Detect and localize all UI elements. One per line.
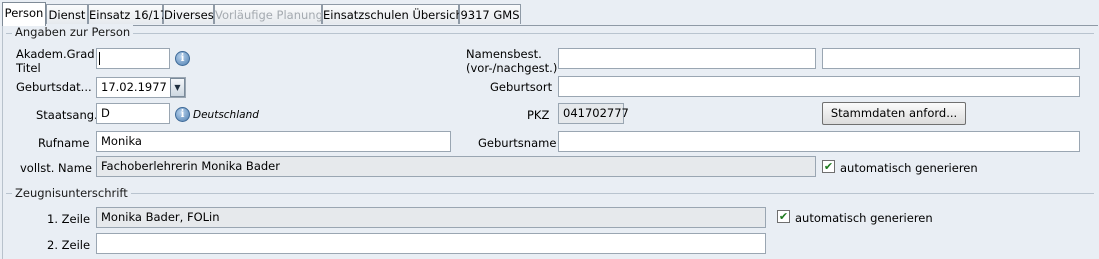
- pkz-label: PKZ: [527, 108, 550, 122]
- chevron-down-icon[interactable]: ▼: [170, 78, 185, 97]
- tab-person[interactable]: Person: [2, 2, 46, 26]
- section-title-person: Angaben zur Person: [12, 25, 134, 39]
- geburtsort-input[interactable]: [558, 76, 1080, 97]
- section-title-zeugnis: Zeugnisunterschrift: [12, 186, 131, 200]
- zeile1-auto-generate-checkbox[interactable]: ✔: [777, 210, 790, 223]
- section-divider: [6, 33, 1094, 34]
- checkmark-icon: ✔: [823, 160, 834, 173]
- namensbest-label: Namensbest. (vor-/nachgest.): [466, 47, 558, 75]
- info-icon[interactable]: i: [175, 107, 190, 122]
- vollst-name-field: Fachoberlehrerin Monika Bader: [96, 156, 816, 177]
- info-icon[interactable]: i: [175, 51, 190, 66]
- akad-grad-input[interactable]: [96, 48, 170, 69]
- geburtsdatum-label: Geburtsdat...: [16, 80, 92, 94]
- akad-grad-label: Akadem.Grad Titel: [16, 47, 95, 75]
- tab-vorlaeufige-planung[interactable]: Vorläufige Planung: [214, 4, 323, 24]
- rufname-label: Rufname: [38, 136, 90, 150]
- tab-9317-gms[interactable]: 9317 GMS: [459, 4, 521, 24]
- zeile1-field: Monika Bader, FOLin: [96, 207, 766, 228]
- geburtsname-label: Geburtsname: [478, 136, 557, 150]
- section-divider: [6, 193, 1094, 194]
- geburtsname-input[interactable]: [558, 131, 1080, 152]
- vollst-name-label: vollst. Name: [20, 161, 92, 175]
- rufname-input[interactable]: Monika: [96, 131, 451, 152]
- namensbest-nach-input[interactable]: [822, 48, 1080, 69]
- auto-generate-label: automatisch generieren: [840, 161, 978, 175]
- tab-dienst[interactable]: Dienst: [46, 4, 88, 24]
- stammdaten-anfordern-button[interactable]: Stammdaten anford...: [822, 102, 966, 125]
- staatsang-name-text: Deutschland: [193, 109, 259, 121]
- zeile2-input[interactable]: [96, 233, 766, 254]
- zeile1-auto-generate-label: automatisch generieren: [795, 211, 933, 225]
- tab-einsatzschulen-uebersicht[interactable]: Einsatzschulen Übersicht: [322, 4, 467, 24]
- zeile1-label: 1. Zeile: [47, 212, 91, 226]
- zeile2-label: 2. Zeile: [47, 238, 91, 252]
- text-cursor: [99, 52, 100, 65]
- geburtsort-label: Geburtsort: [490, 80, 553, 94]
- staatsang-label: Staatsang.: [36, 108, 98, 122]
- staatsang-input[interactable]: D: [96, 103, 170, 124]
- auto-generate-checkbox[interactable]: ✔: [822, 160, 835, 173]
- tab-einsatz[interactable]: Einsatz 16/17: [88, 4, 167, 24]
- namensbest-vor-input[interactable]: [558, 48, 816, 69]
- tab-diverses[interactable]: Diverses: [163, 4, 214, 24]
- pkz-field: 041702777: [558, 103, 629, 124]
- checkmark-icon: ✔: [778, 210, 789, 223]
